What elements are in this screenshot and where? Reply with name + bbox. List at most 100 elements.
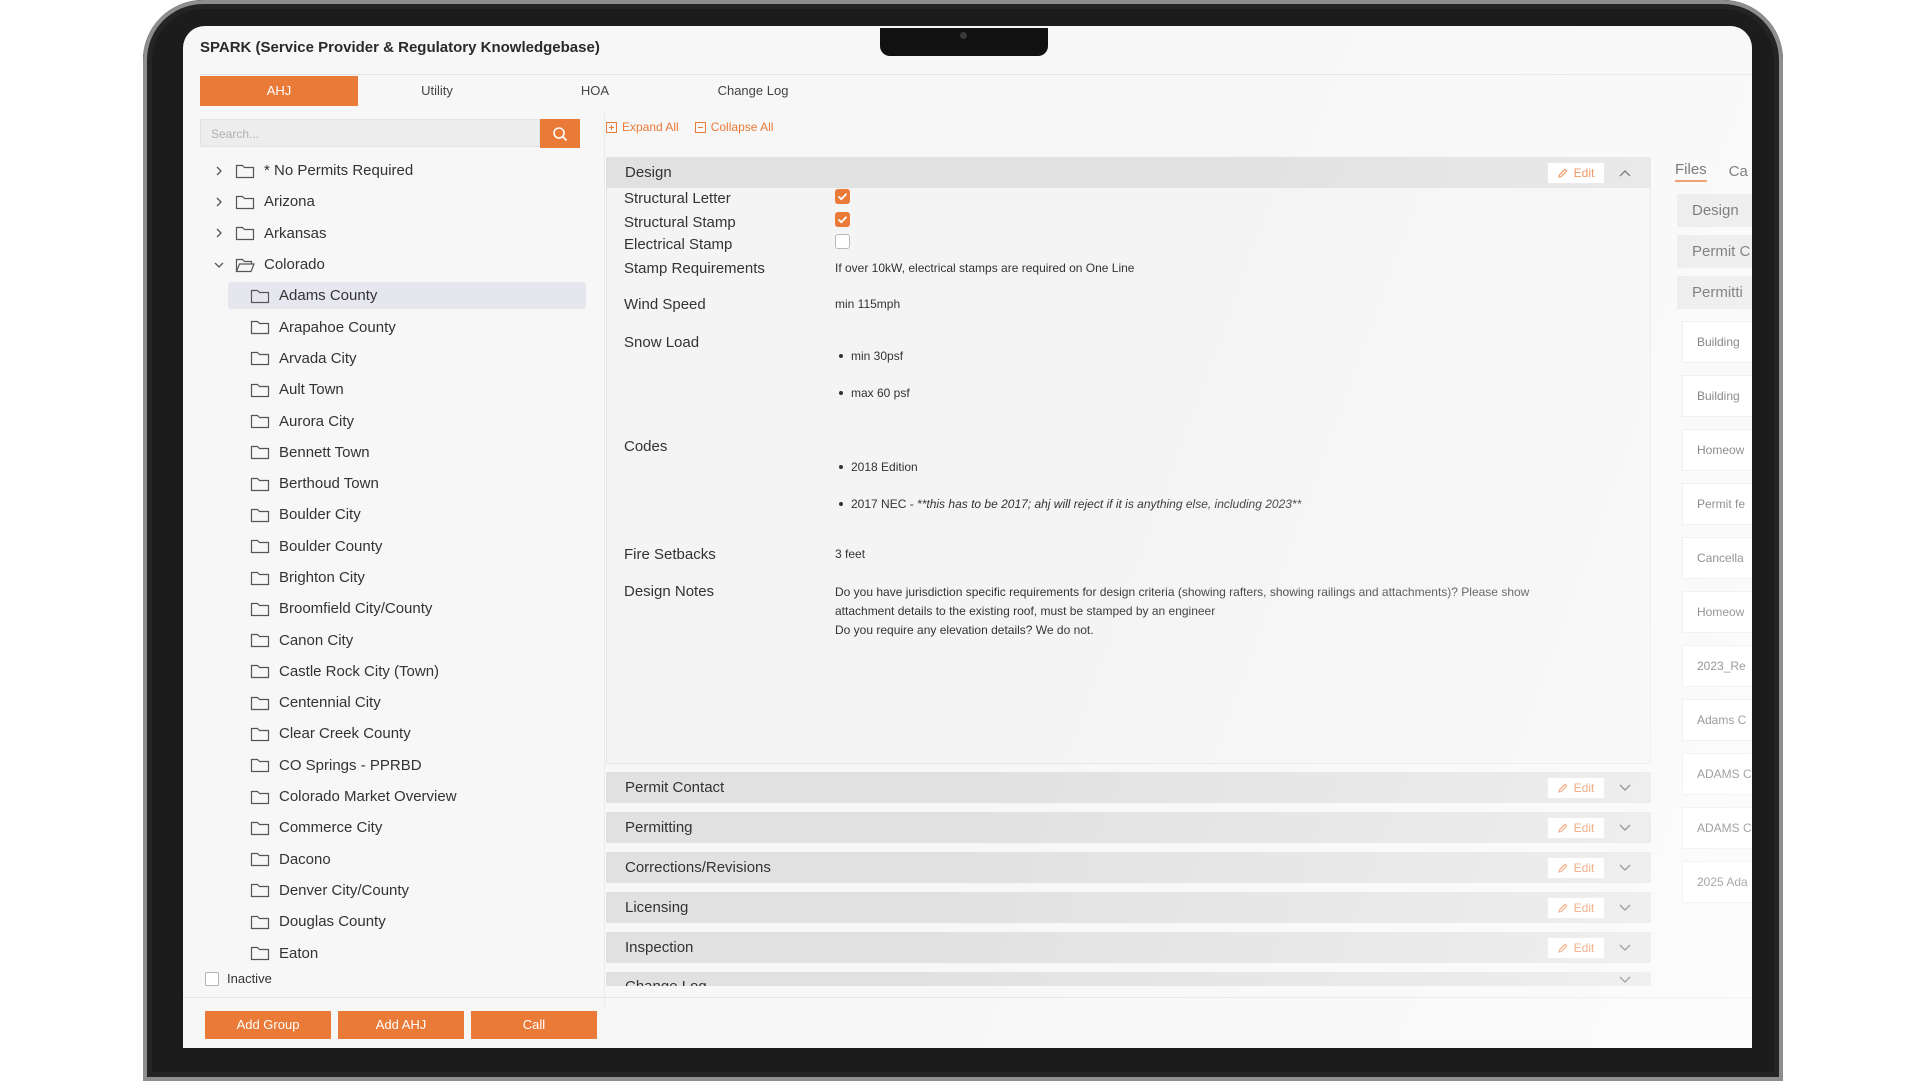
file-item[interactable]: Building [1682,375,1752,417]
edit-button[interactable]: Edit [1547,936,1605,959]
tab-utility[interactable]: Utility [358,76,516,106]
chevron-down-icon[interactable] [1617,940,1633,956]
tree-item[interactable]: Berthoud Town [200,468,600,499]
chevron-up-icon[interactable] [1617,165,1633,181]
chevron-down-icon[interactable] [1617,972,1633,986]
file-item[interactable]: Building [1682,321,1752,363]
tree-item[interactable]: Colorado [200,249,600,280]
edit-button[interactable]: Edit [1547,896,1605,919]
chevron-down-icon[interactable] [1617,860,1633,876]
file-item[interactable]: Homeow [1682,591,1752,633]
search-button[interactable] [540,119,580,148]
tree-item[interactable]: * No Permits Required [200,155,600,186]
design-notes-value: Do you have jurisdiction specific requir… [835,583,1615,640]
app-title: SPARK (Service Provider & Regulatory Kno… [200,39,600,56]
file-item[interactable]: ADAMS C [1682,807,1752,849]
file-item[interactable]: Adams C [1682,699,1752,741]
tree-item[interactable]: Dacono [200,844,600,875]
tree-item[interactable]: Castle Rock City (Town) [200,656,600,687]
call-button[interactable]: Call [471,1011,597,1039]
chevron-down-icon[interactable] [212,258,226,272]
section-header[interactable]: Permitting Edit [606,812,1651,843]
edit-button[interactable]: Edit [1547,776,1605,799]
section-header[interactable]: Change LogEdit [606,972,1651,986]
tree-item[interactable]: Denver City/County [200,875,600,906]
tree-item[interactable]: Ault Town [200,374,600,405]
tab-change-log[interactable]: Change Log [674,76,832,106]
tree-item[interactable]: CO Springs - PPRBD [200,750,600,781]
file-item[interactable]: 2023_Re [1682,645,1752,687]
file-group[interactable]: Permit C [1677,235,1752,268]
tab-hoa[interactable]: HOA [516,76,674,106]
file-item[interactable]: Homeow [1682,429,1752,471]
folder-icon [250,382,270,398]
structural-letter-label: Structural Letter [624,190,731,207]
file-item[interactable]: ADAMS C [1682,753,1752,795]
collapse-all-link[interactable]: Collapse All [694,120,773,134]
section-header-design[interactable]: Design Edit [606,157,1651,188]
file-group[interactable]: Design [1677,194,1752,227]
structural-stamp-label: Structural Stamp [624,214,736,231]
edit-button[interactable]: Edit [1547,816,1605,839]
edit-button[interactable]: Edit [1547,161,1605,184]
tree-item[interactable]: Douglas County [200,906,600,937]
chevron-right-icon[interactable] [212,226,226,240]
codes-item: 2018 Edition [835,460,918,474]
camera-notch [880,28,1048,56]
section-header[interactable]: Licensing Edit [606,892,1651,923]
tree-item[interactable]: Centennial City [200,687,600,718]
folder-icon [250,319,270,335]
tree-item[interactable]: Arizona [200,186,600,217]
tab-calls[interactable]: Ca [1729,163,1748,180]
edit-label: Edit [1573,940,1595,955]
electrical-stamp-checkbox[interactable] [835,234,850,249]
file-group[interactable]: Permitti [1677,276,1752,309]
inactive-label: Inactive [227,971,272,986]
file-item[interactable]: Permit fe [1682,483,1752,525]
section-header[interactable]: Permit Contact Edit [606,772,1651,803]
tree-item[interactable]: Adams County [200,280,600,311]
tree-item[interactable]: Bennett Town [200,437,600,468]
tree-item[interactable]: Brighton City [200,562,600,593]
tree-item[interactable]: Broomfield City/County [200,593,600,624]
tree-item[interactable]: Commerce City [200,812,600,843]
edit-button[interactable]: Edit [1547,856,1605,879]
inactive-filter[interactable]: Inactive [205,971,272,986]
structural-stamp-checkbox[interactable] [835,212,850,227]
folder-icon [250,570,270,586]
tree-item[interactable]: Aurora City [200,405,600,436]
tree-item[interactable]: Canon City [200,624,600,655]
file-item[interactable]: Cancella [1682,537,1752,579]
codes-item-2-note: **this has to be 2017; ahj will reject i… [917,497,1302,511]
tree-item[interactable]: Arvada City [200,343,600,374]
pencil-icon [1557,168,1568,178]
chevron-down-icon[interactable] [1617,900,1633,916]
tree-item[interactable]: Arapahoe County [200,311,600,342]
search-box [200,119,540,148]
tree-item[interactable]: Clear Creek County [200,718,600,749]
file-item[interactable]: 2025 Ada [1682,861,1752,903]
tree-item[interactable]: Boulder City [200,499,600,530]
tree-item[interactable]: Colorado Market Overview [200,781,600,812]
add-group-button[interactable]: Add Group [205,1011,331,1039]
chevron-right-icon[interactable] [212,164,226,178]
inactive-checkbox[interactable] [205,971,219,986]
structural-letter-checkbox[interactable] [835,189,850,204]
chevron-right-icon[interactable] [212,195,226,209]
tab-ahj[interactable]: AHJ [200,76,358,106]
tree-item[interactable]: Eaton [200,937,600,968]
add-ahj-button[interactable]: Add AHJ [338,1011,464,1039]
tree-item-label: Castle Rock City (Town) [279,662,440,680]
title-divider [200,74,1752,75]
chevron-down-icon[interactable] [1617,820,1633,836]
tree-item[interactable]: Arkansas [200,218,600,249]
section-header[interactable]: Corrections/Revisions Edit [606,852,1651,883]
expand-all-link[interactable]: Expand All [606,120,679,134]
section-header[interactable]: Inspection Edit [606,932,1651,963]
search-input[interactable] [201,120,513,148]
chevron-down-icon[interactable] [1617,780,1633,796]
bottom-actions: Add Group Add AHJ Call [205,1011,597,1039]
tree-item[interactable]: Boulder County [200,531,600,562]
section-title: Design [625,164,672,181]
tab-files[interactable]: Files [1675,161,1707,182]
